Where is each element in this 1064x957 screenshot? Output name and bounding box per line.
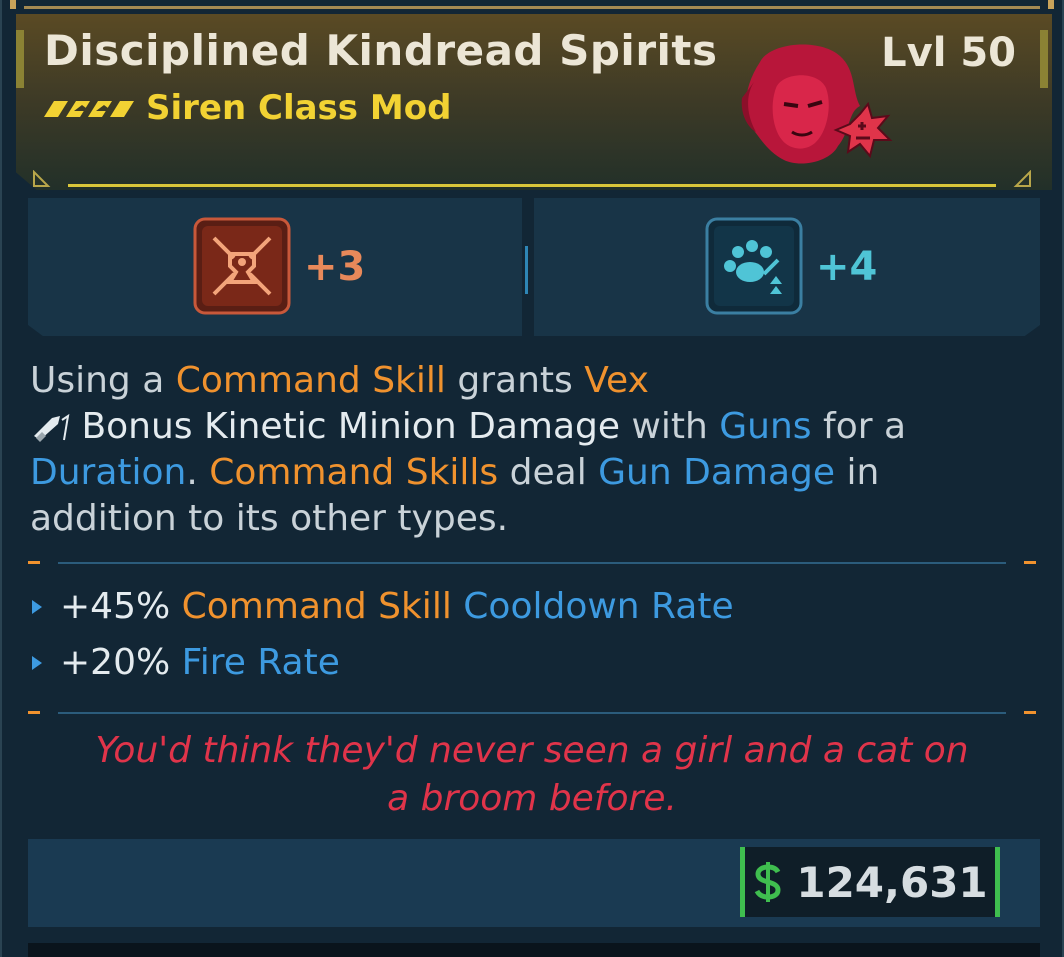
item-name: Disciplined Kindread Spirits	[44, 26, 718, 75]
bullet-arrow-icon	[32, 655, 42, 670]
header-accent-left	[16, 30, 24, 88]
kinetic-damage-icon	[34, 413, 70, 442]
desc-text: grants	[445, 360, 585, 401]
skill-bonus-left: +3	[28, 198, 522, 336]
stat-keyword: Cooldown Rate	[463, 586, 734, 627]
stat-keyword: Command Skill	[181, 586, 452, 627]
class-line: Siren Class Mod	[44, 88, 451, 128]
desc-text: with	[620, 406, 720, 447]
header-underline	[68, 184, 996, 187]
skill-bonus-value-right: +4	[816, 244, 878, 290]
desc-keyword-gun-damage: Gun Damage	[598, 452, 836, 493]
class-label: Siren Class Mod	[146, 88, 452, 128]
desc-text: for a	[811, 406, 907, 447]
separator	[58, 712, 1006, 714]
stat-line: +20% Fire Rate	[30, 642, 340, 683]
minion-paw-icon[interactable]	[704, 216, 804, 316]
stat-value: +45%	[60, 586, 171, 627]
header-accent-right	[1040, 30, 1048, 88]
bullet-arrow-icon	[32, 599, 42, 614]
desc-text: deal	[498, 452, 599, 493]
desc-text: .	[186, 452, 210, 493]
desc-kinetic-minion-damage: Bonus Kinetic Minion Damage	[70, 406, 621, 447]
item-description: Using a Command Skill grants Vex Bonus K…	[30, 358, 1030, 542]
top-rule	[24, 6, 1040, 9]
separator-tick-right	[1024, 561, 1036, 564]
separator-tick-right	[1024, 711, 1036, 714]
price-bar: 124,631	[28, 839, 1040, 927]
price-box: 124,631	[740, 847, 1000, 917]
skill-bonus-panel: +3 +4	[28, 198, 1040, 336]
top-rule-cap-right	[1048, 0, 1054, 9]
skill-divider	[525, 246, 528, 294]
price-value: 124,631	[796, 857, 988, 907]
desc-keyword-duration: Duration	[30, 452, 187, 493]
stat-line: +45% Command Skill Cooldown Rate	[30, 586, 734, 627]
item-card: Disciplined Kindread Spirits Lvl 50 Sire…	[0, 0, 1064, 957]
skill-bonus-right: +4	[534, 198, 1040, 336]
legendary-chevrons-icon	[44, 101, 134, 117]
skill-bonus-value-left: +3	[304, 244, 366, 290]
desc-keyword-guns: Guns	[719, 406, 812, 447]
separator-tick-left	[28, 711, 40, 714]
desc-keyword-command-skills: Command Skills	[209, 452, 499, 493]
stat-value: +20%	[60, 642, 171, 683]
stat-keyword: Fire Rate	[181, 642, 340, 683]
corner-marker-right	[1013, 170, 1031, 187]
dollar-icon	[755, 862, 781, 902]
desc-text: Using a	[30, 360, 176, 401]
separator	[58, 562, 1006, 564]
desc-keyword-command-skill: Command Skill	[175, 360, 446, 401]
vex-portrait-icon	[741, 44, 893, 164]
item-level: Lvl 50	[881, 30, 1016, 76]
command-skill-icon[interactable]	[192, 216, 292, 316]
bottom-strip	[28, 943, 1040, 957]
top-rule-cap-left	[10, 0, 16, 9]
corner-marker-left	[33, 170, 51, 187]
flavor-text: You'd think they'd never seen a girl and…	[95, 730, 969, 819]
separator-tick-left	[28, 561, 40, 564]
desc-keyword-vex: Vex	[584, 360, 649, 401]
